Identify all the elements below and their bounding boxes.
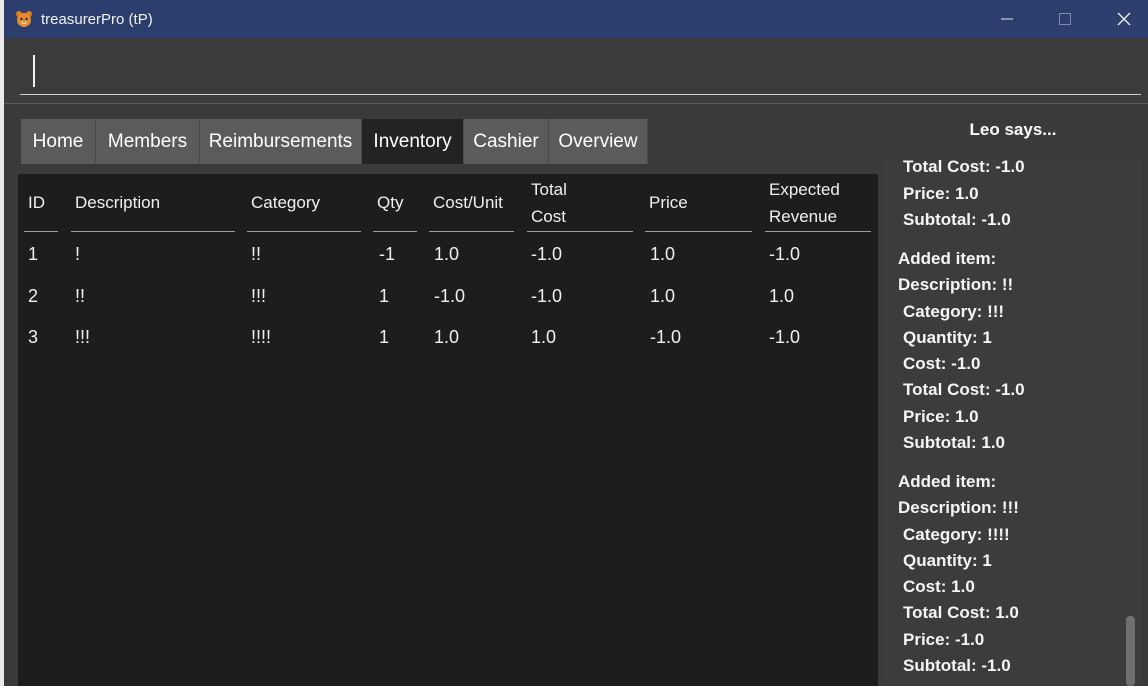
feed-line: Quantity: 1 (903, 551, 992, 570)
cell-price: -1.0 (650, 327, 682, 347)
tab-reimbursements[interactable]: Reimbursements (200, 119, 362, 164)
command-area (4, 38, 1148, 104)
tab-overview[interactable]: Overview (549, 119, 648, 164)
feed-line: Subtotal: -1.0 (903, 656, 1011, 675)
cell-description: !! (75, 286, 86, 306)
leo-message-feed[interactable]: Total Cost: -1.0 Price: 1.0 Subtotal: -1… (884, 159, 1142, 686)
cell-total-cost: -1.0 (531, 286, 563, 306)
feed-line: Description: !!! (898, 498, 1019, 517)
cell-price: 1.0 (650, 244, 676, 264)
column-header-qty[interactable]: Qty (373, 174, 417, 232)
column-header-expected-revenue[interactable]: Expected Revenue (765, 174, 871, 232)
column-header-cost-unit[interactable]: Cost/Unit (429, 174, 514, 232)
window-title: treasurerPro (tP) (41, 10, 153, 28)
cell-description: ! (75, 244, 81, 264)
cell-qty: 1 (379, 327, 390, 347)
cell-id: 3 (28, 327, 39, 347)
feed-line: Price: 1.0 (903, 407, 979, 426)
cell-description: !!! (75, 327, 91, 347)
cell-expected-revenue: -1.0 (769, 244, 801, 264)
feed-line: Description: !! (898, 275, 1014, 294)
command-input[interactable] (20, 50, 1141, 95)
feed-line: Category: !!! (903, 302, 1005, 321)
feed-line: Total Cost: 1.0 (903, 603, 1019, 622)
minimize-button[interactable] (981, 0, 1033, 38)
column-header-category[interactable]: Category (247, 174, 361, 232)
cell-category: !!! (251, 286, 267, 306)
tab-members[interactable]: Members (96, 119, 200, 164)
cell-expected-revenue: -1.0 (769, 327, 801, 347)
divider (4, 103, 1148, 104)
inventory-table: ID Description Category Qty Cost/Unit To… (18, 174, 878, 686)
feed-line: Subtotal: -1.0 (903, 210, 1011, 229)
feed-line: Added item: (898, 249, 997, 268)
cell-qty: -1 (379, 244, 396, 264)
bear-icon (15, 10, 33, 28)
feed-line: Total Cost: -1.0 (903, 380, 1025, 399)
cell-total-cost: -1.0 (531, 244, 563, 264)
cell-cost-unit: -1.0 (434, 286, 466, 306)
feed-line: Cost: 1.0 (903, 577, 975, 596)
cell-category: !!!! (251, 327, 272, 347)
feed-line: Quantity: 1 (903, 328, 992, 347)
cell-id: 2 (28, 286, 39, 306)
cell-cost-unit: 1.0 (434, 244, 460, 264)
feed-line: Category: !!!! (903, 525, 1010, 544)
close-button[interactable] (1098, 0, 1148, 38)
cell-expected-revenue: 1.0 (769, 286, 795, 306)
text-caret (33, 55, 35, 87)
maximize-button[interactable] (1039, 0, 1091, 38)
leo-panel-title: Leo says... (969, 120, 1057, 139)
feed-line: Subtotal: 1.0 (903, 433, 1006, 452)
column-header-id[interactable]: ID (24, 174, 58, 232)
feed-line: Added item: (898, 472, 997, 491)
title-bar: treasurerPro (tP) (4, 0, 1148, 38)
cell-total-cost: 1.0 (531, 327, 557, 347)
tab-cashier[interactable]: Cashier (464, 119, 549, 164)
column-header-total-cost[interactable]: Total Cost (527, 174, 633, 232)
cell-qty: 1 (379, 286, 390, 306)
tab-home[interactable]: Home (21, 119, 96, 164)
feed-line: Price: -1.0 (903, 630, 985, 649)
cell-price: 1.0 (650, 286, 676, 306)
cell-id: 1 (28, 244, 39, 264)
feed-line: Total Cost: -1.0 (903, 159, 1025, 176)
feed-line: Cost: -1.0 (903, 354, 981, 373)
cell-category: !! (251, 244, 262, 264)
column-header-price[interactable]: Price (645, 174, 752, 232)
feed-scrollbar[interactable] (1126, 616, 1135, 686)
cell-cost-unit: 1.0 (434, 327, 460, 347)
tab-bar: Home Members Reimbursements Inventory Ca… (21, 119, 648, 164)
minimize-icon (1001, 18, 1013, 20)
column-header-description[interactable]: Description (71, 174, 235, 232)
tab-inventory[interactable]: Inventory (362, 119, 464, 164)
feed-line: Price: 1.0 (903, 184, 979, 203)
maximize-icon (1059, 13, 1071, 25)
close-icon (1117, 12, 1131, 26)
